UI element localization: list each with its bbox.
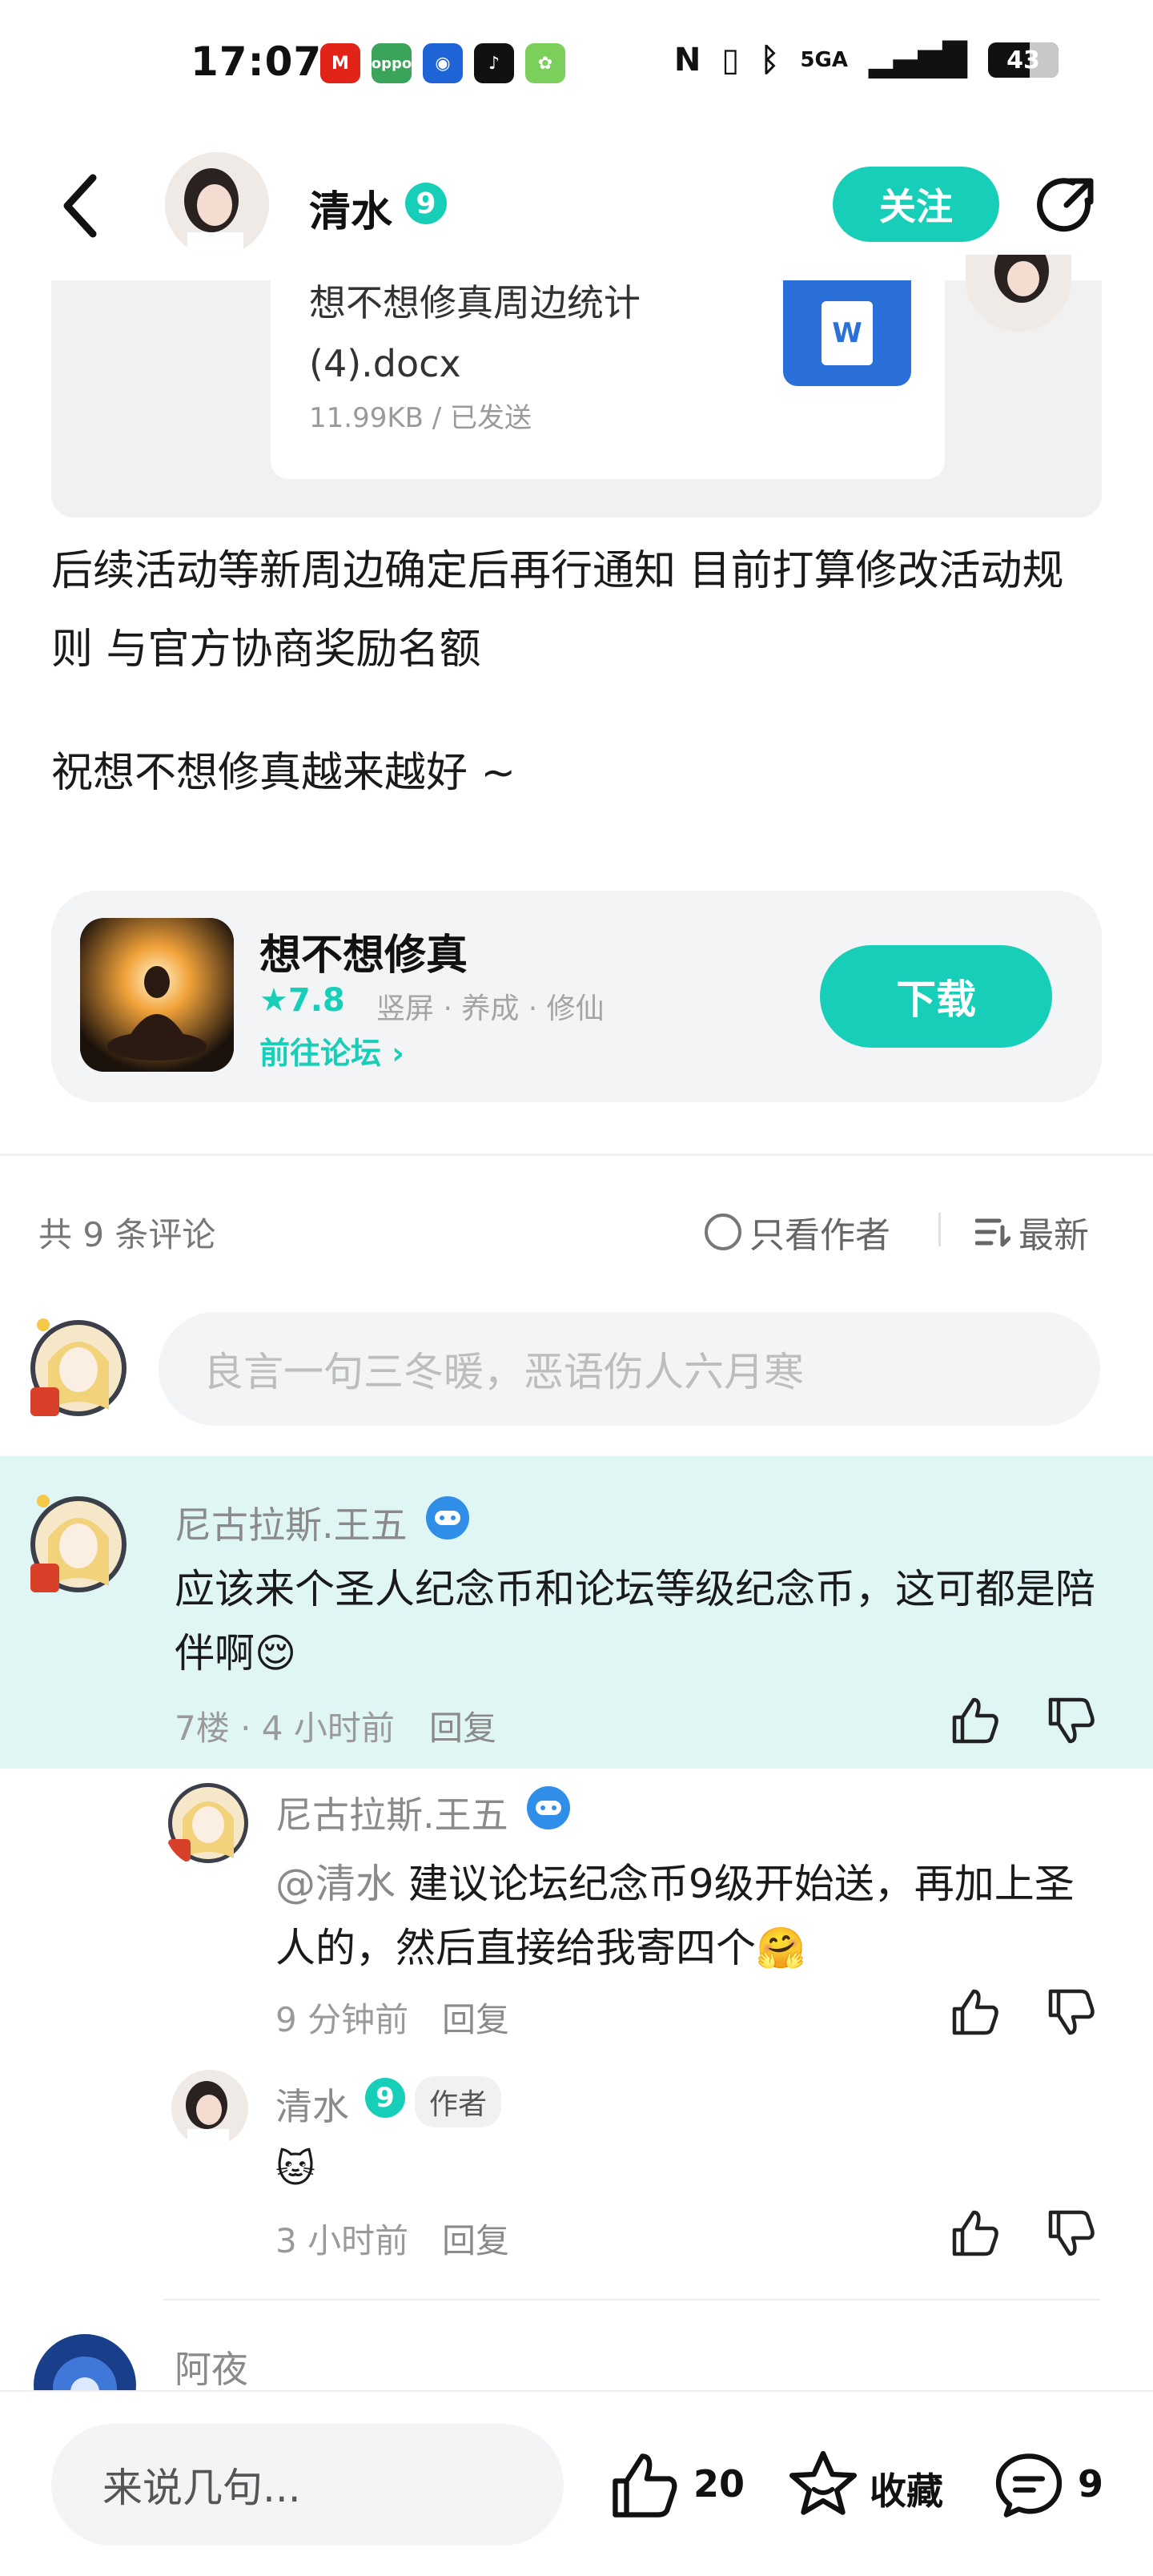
author-tag: 作者 — [415, 2076, 502, 2127]
game-icon[interactable] — [80, 918, 234, 1072]
thumbs-down-icon[interactable] — [1046, 1695, 1097, 1746]
post-paragraph: 祝想不想修真越来越好 ~ — [51, 749, 516, 797]
comment-count: 共 9 条评论 — [38, 1215, 216, 1254]
post-paragraph: 后续活动等新周边确定后再行通知 目前打算修改活动规则 与官方协商奖励名额 — [51, 547, 1064, 674]
thumbs-down-icon[interactable] — [1046, 1986, 1097, 2038]
commenter-name[interactable]: 阿夜 — [175, 2341, 248, 2393]
comment-count-bottom: 9 — [1078, 2462, 1104, 2506]
download-button[interactable]: 下载 — [820, 945, 1052, 1048]
sort-separator — [938, 1213, 941, 1246]
like-icon[interactable] — [609, 2449, 681, 2522]
author-level-badge: 9 — [365, 2078, 405, 2118]
file-name: 想不想修真周边统计(4).docx — [309, 281, 641, 385]
sticker-emoji: 🐱 — [275, 2147, 316, 2192]
thumbs-up-icon[interactable] — [950, 1695, 1001, 1746]
author-name[interactable]: 清水 — [309, 178, 392, 238]
only-author-toggle[interactable]: 只看作者 — [705, 1206, 890, 1258]
signal-icon: ▂▄▆█ — [868, 42, 967, 78]
nfc-icon: N — [673, 42, 701, 78]
reply-button[interactable]: 回复 — [429, 1701, 496, 1750]
alipay-ticket-icon: ◉ — [423, 43, 463, 83]
comment-bubble-icon[interactable] — [993, 2449, 1065, 2522]
word-doc-icon: W — [783, 280, 911, 386]
reply-author-name[interactable]: 清水 — [275, 2078, 349, 2131]
commenter-avatar[interactable] — [24, 1490, 133, 1599]
follow-button[interactable]: 关注 — [833, 167, 999, 242]
share-icon[interactable] — [1034, 173, 1100, 239]
forum-link[interactable]: 前往论坛 › — [259, 1028, 404, 1073]
comment-meta: 7楼 · 4 小时前 — [175, 1709, 395, 1748]
radio-circle-icon — [705, 1214, 741, 1250]
battery-icon: 43 — [988, 42, 1059, 78]
reply-meta: 3 小时前 — [275, 2221, 409, 2260]
sort-button[interactable]: 最新 — [975, 1206, 1089, 1258]
reply-avatar[interactable] — [163, 1778, 253, 1868]
reply-button[interactable]: 回复 — [442, 2214, 509, 2263]
tiktok-icon: ♪ — [474, 43, 514, 83]
reply-text: @清水 建议论坛纪念币9级开始送，再加上圣人的，然后直接给我寄四个🤗 — [275, 1861, 1075, 1971]
comment-input[interactable]: 良言一句三冬暖，恶语伤人六月寒 — [159, 1312, 1100, 1426]
thumbs-up-icon[interactable] — [950, 2208, 1001, 2259]
game-name: 想不想修真 — [259, 932, 468, 980]
game-tags: 竖屏 · 养成 · 修仙 — [376, 992, 605, 1025]
star-favorite-icon[interactable] — [786, 2448, 860, 2522]
thumbs-down-icon[interactable] — [1046, 2208, 1097, 2259]
commenter-name[interactable]: 尼古拉斯.王五 — [175, 1496, 408, 1549]
favorite-label[interactable]: 收藏 — [870, 2462, 943, 2515]
reply-divider — [163, 2299, 1100, 2300]
file-meta: 11.99KB / 已发送 — [309, 402, 532, 434]
like-count: 20 — [693, 2462, 745, 2506]
gamepad-badge-icon — [426, 1496, 469, 1540]
game-app-icon: ✿ — [525, 43, 565, 83]
vibrate-icon: ▯ — [721, 42, 740, 78]
sort-label: 最新 — [1018, 1215, 1089, 1256]
comment-text: 应该来个圣人纪念币和论坛等级纪念币，这可都是陪伴啊😌 — [175, 1566, 1095, 1676]
only-author-label: 只看作者 — [749, 1215, 890, 1256]
reply-avatar[interactable] — [171, 2070, 248, 2147]
gamepad-badge-icon — [527, 1786, 570, 1829]
author-level-badge: 9 — [405, 183, 447, 224]
status-app-icons: M oppo ◉ ♪ ✿ — [320, 43, 565, 83]
reply-button[interactable]: 回复 — [442, 1993, 509, 2042]
bluetooth-icon: ᛒ — [760, 42, 780, 78]
back-arrow-icon[interactable] — [58, 170, 106, 242]
reply-meta: 9 分钟前 — [275, 2000, 409, 2039]
sort-list-icon — [975, 1218, 1010, 1247]
thumbs-up-icon[interactable] — [950, 1986, 1001, 2038]
section-divider — [0, 1153, 1153, 1156]
bottom-comment-input[interactable]: 来说几句... — [51, 2424, 564, 2546]
my-avatar — [24, 1314, 133, 1423]
oppo-icon: oppo — [372, 43, 412, 83]
status-time: 17:07 — [191, 38, 323, 85]
reply-author-name[interactable]: 尼古拉斯.王五 — [275, 1786, 508, 1839]
mcdonalds-icon: M — [320, 43, 360, 83]
system-status: N ▯ ᛒ 5GA ▂▄▆█ 43 — [674, 42, 1059, 78]
mention[interactable]: @清水 — [275, 1861, 396, 1907]
network-type: 5GA — [800, 48, 848, 72]
game-rating: ★7.8 — [259, 982, 345, 1019]
author-avatar[interactable] — [165, 152, 269, 256]
file-attachment-card[interactable]: 想不想修真周边统计(4).docx 11.99KB / 已发送 W — [271, 280, 945, 479]
